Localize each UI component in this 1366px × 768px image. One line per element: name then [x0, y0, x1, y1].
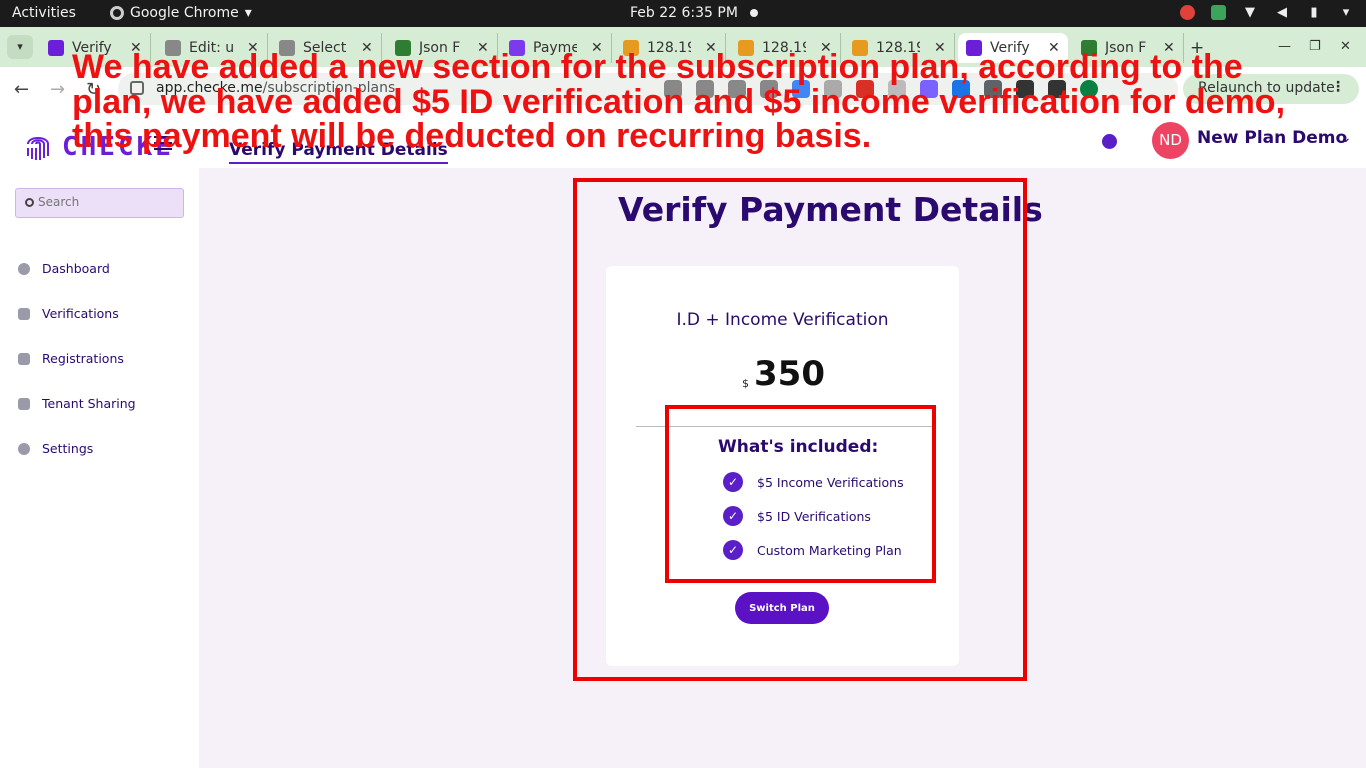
update-icon[interactable]: [1211, 4, 1226, 20]
app-name: Google Chrome: [130, 5, 239, 21]
forward-icon[interactable]: →: [50, 79, 65, 100]
users-icon: [18, 352, 30, 365]
fingerprint-logo-icon: [27, 137, 49, 160]
chrome-icon: [110, 6, 124, 20]
id-card-icon: [18, 307, 30, 320]
system-top-bar: Activities Google Chrome ▾ Feb 22 6:35 P…: [0, 0, 1366, 27]
activities-button[interactable]: Activities: [12, 5, 76, 21]
sidebar-item-label: Registrations: [42, 351, 124, 366]
sidebar-item-registrations[interactable]: Registrations: [18, 351, 124, 366]
power-menu-icon[interactable]: ▾: [1338, 4, 1354, 20]
search-icon: [25, 198, 34, 207]
annotation-note: We have added a new section for the subs…: [72, 48, 1286, 155]
dashboard-icon: [18, 262, 30, 275]
app-menu[interactable]: Google Chrome ▾: [110, 5, 252, 21]
search-input[interactable]: [38, 195, 178, 209]
sidebar-item-label: Verifications: [42, 306, 119, 321]
sidebar-item-verifications[interactable]: Verifications: [18, 306, 119, 321]
volume-icon[interactable]: ◀: [1274, 4, 1290, 20]
tab-favicon-icon: [48, 40, 64, 56]
sidebar-item-settings[interactable]: Settings: [18, 441, 93, 456]
system-tray[interactable]: ▼ ◀ ▮ ▾: [1180, 4, 1354, 20]
sidebar-item-dashboard[interactable]: Dashboard: [18, 261, 110, 276]
search-box[interactable]: [15, 188, 184, 218]
recording-indicator-icon: [750, 9, 758, 17]
chevron-down-icon[interactable]: ⌄: [1340, 130, 1352, 146]
sidebar-item-tenant-sharing[interactable]: Tenant Sharing: [18, 396, 136, 411]
wifi-icon[interactable]: ▼: [1242, 4, 1258, 20]
chevron-down-icon: ▾: [244, 5, 252, 21]
do-not-disturb-icon[interactable]: [1180, 4, 1195, 20]
back-icon[interactable]: ←: [14, 79, 29, 100]
tab-search-button[interactable]: ▾: [7, 35, 33, 59]
more-menu-icon[interactable]: ⋮: [1331, 79, 1345, 95]
battery-icon[interactable]: ▮: [1306, 4, 1322, 20]
gear-icon: [18, 442, 30, 455]
sidebar-item-label: Settings: [42, 441, 94, 456]
clock[interactable]: Feb 22 6:35 PM: [630, 5, 738, 21]
annotation-outline-features: [665, 405, 936, 583]
sidebar: Dashboard Verifications Registrations Te…: [0, 168, 199, 768]
sidebar-item-label: Tenant Sharing: [42, 396, 136, 411]
close-window-icon[interactable]: ✕: [1340, 39, 1351, 54]
sidebar-item-label: Dashboard: [42, 261, 110, 276]
share-icon: [18, 397, 30, 410]
